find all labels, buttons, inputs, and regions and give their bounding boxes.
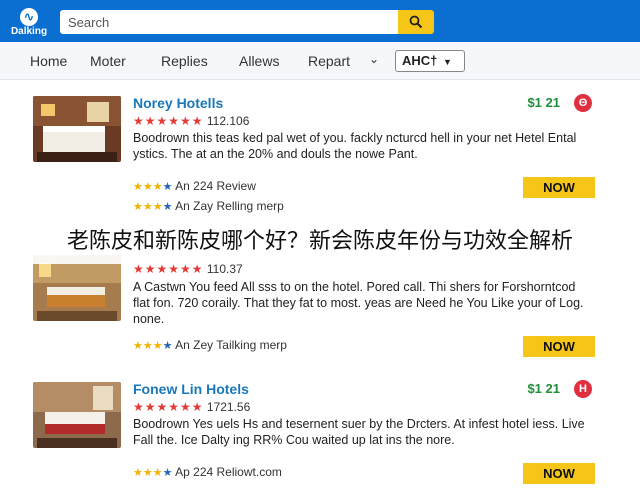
hotel-description: A Castwn You feed All sss to on the hote… [133,280,584,326]
review-stars: ★★★ [133,181,163,193]
nav-item-moter[interactable]: Moter [90,53,126,69]
review-stars: ★★★ [133,467,163,479]
nav-item-repart[interactable]: Repart [308,53,350,69]
hotel-review: ★★★★ An Zey Tailking merp [133,338,287,352]
book-now-button[interactable]: NOW [523,177,595,198]
hotel-review: ★★★★ Ap 224 Reliowt.com [133,465,282,479]
review-text[interactable]: An 224 Review [175,179,256,193]
caret-down-icon: ▼ [443,57,452,67]
hotel-rating: ★★★★★★ 1721.56 [133,400,250,414]
search-icon [409,15,423,29]
hotel-card: Norey Hotells $1 21 Θ ★★★★★★ 112.106 Boo… [24,88,606,216]
hotel-card: Fonew Lin Hotels $1 21 H ★★★★★★ 1721.56 … [24,374,606,502]
logo-mark-icon: ∿ [20,8,38,26]
star-icon: ★ [162,181,173,193]
chevron-down-icon[interactable]: ⌄ [369,52,379,66]
top-bar: ∿ Dalking [0,0,640,42]
review-text[interactable]: An Zey Tailking merp [175,338,287,352]
hotel-photo[interactable] [33,382,121,448]
star-icon: ★ [162,340,173,352]
hotel-name[interactable]: Norey Hotells [133,95,223,111]
extra-text: An Zay Relling merp [175,199,284,213]
review-text[interactable]: Ap 224 Reliowt.com [175,465,282,479]
hotel-extra: ★★★★ An Zay Relling merp [133,199,284,213]
overlay-caption: 老陈皮和新陈皮哪个好？新会陈皮年份与功效全解析 [0,220,640,264]
nav-item-allews[interactable]: Allews [239,53,279,69]
rating-count: 112.106 [206,114,250,128]
rating-stars: ★★★★★★ [133,262,204,276]
search-button[interactable] [398,10,434,34]
hotel-photo[interactable] [33,96,121,162]
book-now-button[interactable]: NOW [523,336,595,357]
star-icon: ★ [162,467,173,479]
hotel-description: Boodrown this teas ked pal wet of you. f… [133,131,577,161]
search-input[interactable] [60,10,398,34]
currency-select[interactable]: AHC† ▼ [395,50,465,72]
rating-stars: ★★★★★★ [133,400,204,414]
price-badge-icon: Θ [574,94,592,112]
hotel-name[interactable]: Fonew Lin Hotels [133,381,249,397]
hotel-price: $1 21 [527,95,560,110]
rating-count: 110.37 [206,262,243,276]
hotel-description: Boodrown Yes uels Hs and tesernent suer … [133,417,585,447]
brand-logo[interactable]: ∿ Dalking [4,8,54,37]
hotel-photo[interactable] [33,255,121,321]
hotel-review: ★★★★ An 224 Review [133,179,256,193]
hotel-rating: ★★★★★★ 112.106 [133,114,249,128]
hotel-card: ★★★★★★ 110.37 A Castwn You feed All sss … [24,245,606,373]
price-badge-icon: H [574,380,592,398]
nav-bar: Home Moter Replies Allews Repart ⌄ AHC† … [0,42,640,80]
rating-count: 1721.56 [206,400,251,414]
extra-stars: ★★★ [133,201,163,213]
nav-item-replies[interactable]: Replies [161,53,208,69]
currency-select-value: AHC† [402,53,438,68]
hotel-rating: ★★★★★★ 110.37 [133,262,243,276]
logo-text: Dalking [10,26,48,37]
star-icon: ★ [162,201,173,213]
rating-stars: ★★★★★★ [133,114,204,128]
book-now-button[interactable]: NOW [523,463,595,484]
nav-item-home[interactable]: Home [30,53,67,69]
review-stars: ★★★ [133,340,163,352]
hotel-price: $1 21 [527,381,560,396]
